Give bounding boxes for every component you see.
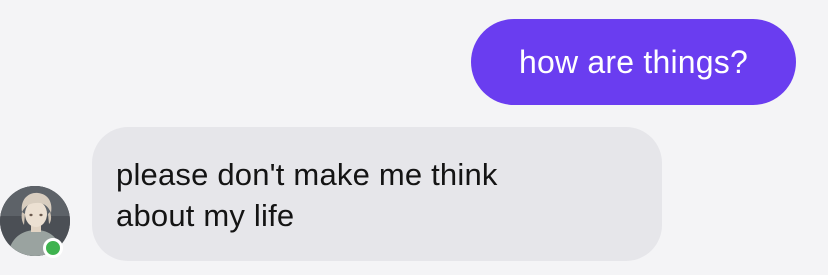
incoming-message-bubble[interactable]: please don't make me think about my life — [92, 127, 662, 261]
chat-thread: how are things? please don't make me thi… — [0, 0, 828, 275]
incoming-message-line-2: about my life — [116, 198, 295, 233]
outgoing-message-bubble[interactable]: how are things? — [471, 19, 796, 105]
online-status-dot — [43, 238, 63, 258]
incoming-message-line-1: please don't make me think — [116, 157, 498, 192]
